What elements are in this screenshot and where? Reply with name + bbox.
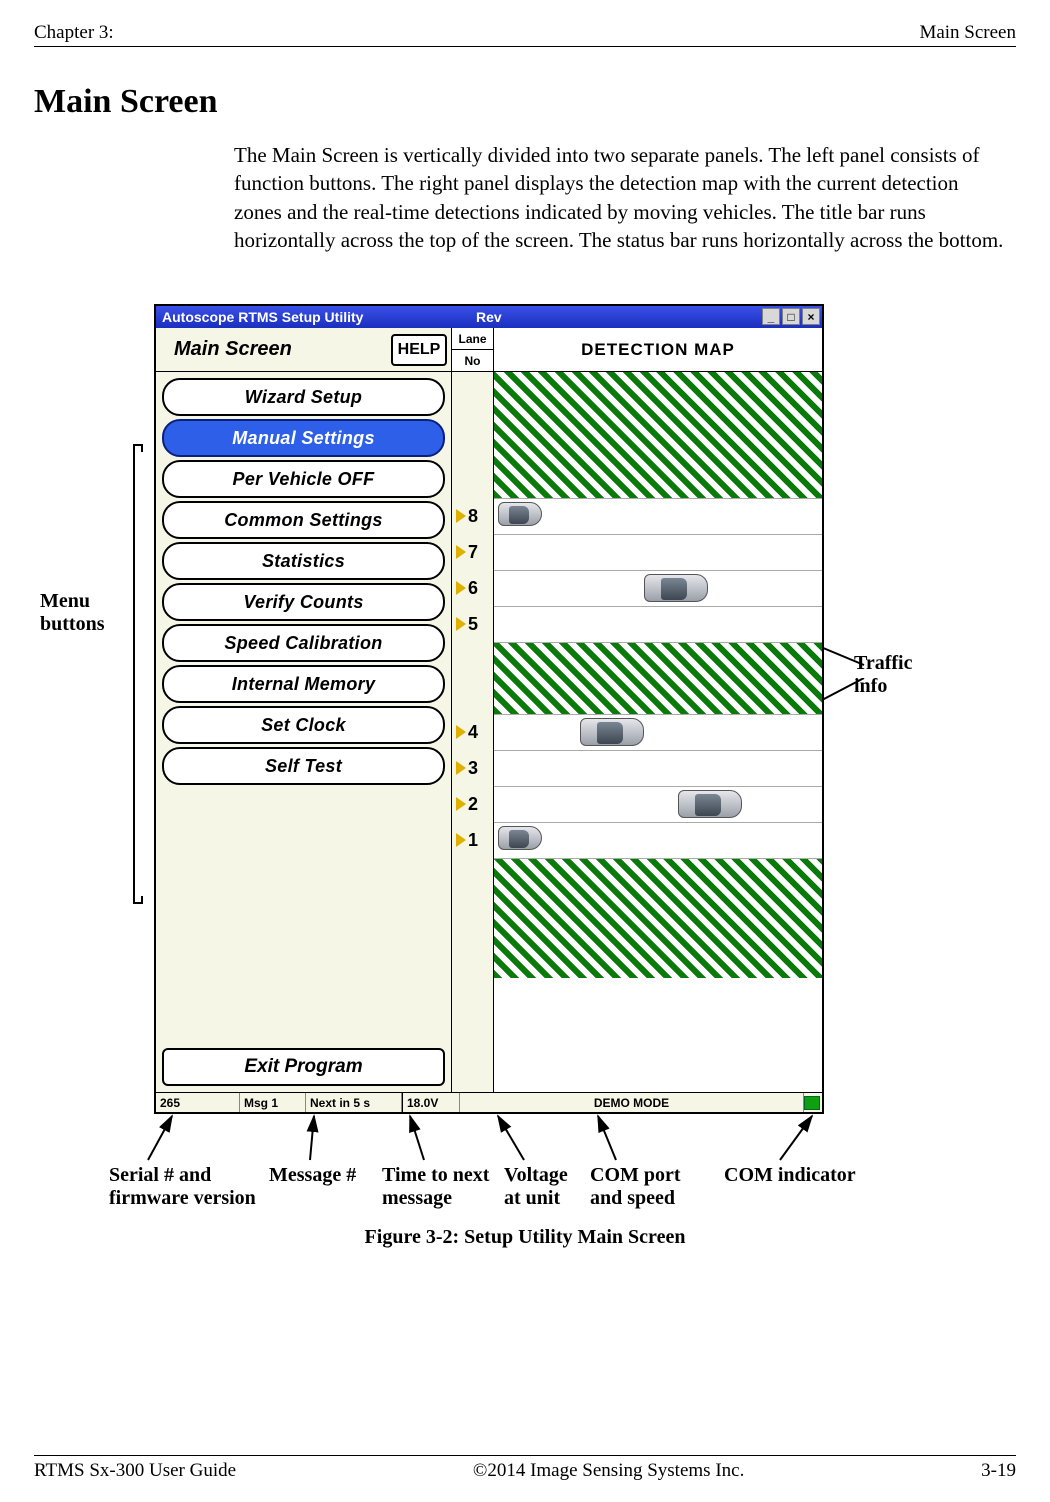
figure-caption: Figure 3-2: Setup Utility Main Screen — [34, 1226, 1016, 1249]
exit-button[interactable]: Exit Program — [162, 1048, 445, 1086]
lane-num: 8 — [468, 506, 478, 527]
status-next: Next in 5 s — [306, 1093, 402, 1112]
status-mode: DEMO MODE — [460, 1093, 804, 1112]
annot-volt: Voltage at unit — [504, 1164, 568, 1210]
lane-number-column: 8 7 6 5 4 3 2 1 — [452, 372, 494, 1092]
maximize-icon[interactable]: □ — [782, 308, 800, 325]
vehicle-icon — [498, 826, 542, 850]
right-panel: Lane No DETECTION MAP 8 7 6 5 4 3 — [451, 328, 822, 1092]
hatched-zone — [494, 372, 822, 498]
menu-per-vehicle-off[interactable]: Per Vehicle OFF — [162, 460, 445, 498]
page-title: Main Screen — [34, 83, 1016, 121]
app-window: Autoscope RTMS Setup Utility Rev _ □ × M… — [154, 304, 824, 1114]
footer-left: RTMS Sx-300 User Guide — [34, 1460, 236, 1482]
help-button[interactable]: HELP — [391, 334, 447, 366]
detection-map-title: DETECTION MAP — [494, 328, 822, 371]
titlebar-app-name: Autoscope RTMS Setup Utility — [156, 309, 363, 325]
menu-common-settings[interactable]: Common Settings — [162, 501, 445, 539]
lane-num: 4 — [468, 722, 478, 743]
vehicle-icon — [644, 574, 708, 602]
annot-msg: Message # — [269, 1164, 356, 1187]
body-text: The Main Screen is vertically divided in… — [234, 141, 1006, 254]
lane-marker-icon — [456, 797, 466, 811]
arrow-icon — [404, 1112, 444, 1162]
status-voltage: 18.0V — [402, 1093, 460, 1112]
section-label: Main Screen — [919, 22, 1016, 44]
detection-map: 8 7 6 5 4 3 2 1 — [452, 372, 822, 1092]
com-indicator-icon — [804, 1096, 820, 1110]
annot-next: Time to next message — [382, 1164, 489, 1210]
right-header: Lane No DETECTION MAP — [452, 328, 822, 372]
close-icon[interactable]: × — [802, 308, 820, 325]
lane-marker-icon — [456, 725, 466, 739]
arrow-icon — [140, 1112, 200, 1162]
annot-traffic-info: Traffic info — [854, 652, 913, 698]
status-msg: Msg 1 — [240, 1093, 306, 1112]
lane-marker-icon — [456, 617, 466, 631]
page-header: Chapter 3: Main Screen — [34, 22, 1016, 47]
vehicle-icon — [580, 718, 644, 746]
vehicle-icon — [678, 790, 742, 818]
footer-right: 3-19 — [981, 1460, 1016, 1482]
lane-num: 3 — [468, 758, 478, 779]
hatched-zone — [494, 858, 822, 978]
titlebar-rev: Rev — [476, 309, 502, 325]
bracket-icon — [133, 444, 141, 904]
menu-speed-calibration[interactable]: Speed Calibration — [162, 624, 445, 662]
status-serial: 265 — [156, 1093, 240, 1112]
minimize-icon[interactable]: _ — [762, 308, 780, 325]
menu-area: Wizard Setup Manual Settings Per Vehicle… — [156, 372, 451, 1048]
annot-serial: Serial # and firmware version — [109, 1164, 256, 1210]
menu-set-clock[interactable]: Set Clock — [162, 706, 445, 744]
arrow-icon — [296, 1112, 336, 1162]
lane-marker-icon — [456, 833, 466, 847]
lane-marker-icon — [456, 545, 466, 559]
no-label: No — [452, 350, 493, 371]
annot-menu-buttons: Menu buttons — [40, 590, 104, 636]
lane-num: 6 — [468, 578, 478, 599]
lane-marker-icon — [456, 761, 466, 775]
menu-internal-memory[interactable]: Internal Memory — [162, 665, 445, 703]
hatched-zone — [494, 642, 822, 714]
lane-num: 7 — [468, 542, 478, 563]
menu-self-test[interactable]: Self Test — [162, 747, 445, 785]
figure-wrap: Menu buttons Traffic info Serial # and f… — [34, 294, 1016, 1174]
status-bar: 265 Msg 1 Next in 5 s 18.0V DEMO MODE — [156, 1092, 822, 1112]
menu-verify-counts[interactable]: Verify Counts — [162, 583, 445, 621]
left-panel: Main Screen HELP Wizard Setup Manual Set… — [156, 328, 451, 1092]
lane-marker-icon — [456, 509, 466, 523]
page-footer: RTMS Sx-300 User Guide ©2014 Image Sensi… — [34, 1455, 1016, 1482]
lane-marker-icon — [456, 581, 466, 595]
chapter-label: Chapter 3: — [34, 22, 114, 44]
menu-manual-settings[interactable]: Manual Settings — [162, 419, 445, 457]
menu-statistics[interactable]: Statistics — [162, 542, 445, 580]
arrow-icon — [774, 1112, 824, 1162]
detection-column — [494, 372, 822, 1092]
left-title: Main Screen — [174, 338, 292, 361]
lane-num: 2 — [468, 794, 478, 815]
vehicle-icon — [498, 502, 542, 526]
lane-num: 5 — [468, 614, 478, 635]
footer-center: ©2014 Image Sensing Systems Inc. — [473, 1460, 744, 1482]
menu-wizard-setup[interactable]: Wizard Setup — [162, 378, 445, 416]
annot-com-indicator: COM indicator — [724, 1164, 856, 1187]
annot-com: COM port and speed — [590, 1164, 681, 1210]
title-bar: Autoscope RTMS Setup Utility Rev _ □ × — [156, 306, 822, 328]
lane-label: Lane — [452, 328, 493, 350]
lane-num: 1 — [468, 830, 478, 851]
left-header: Main Screen HELP — [156, 328, 451, 372]
arrow-icon — [494, 1112, 534, 1162]
arrow-icon — [594, 1112, 634, 1162]
